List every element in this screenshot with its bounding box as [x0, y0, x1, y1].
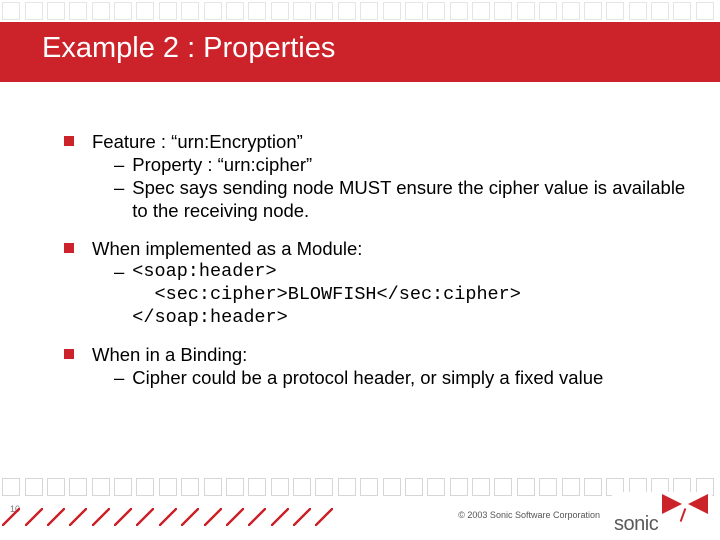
sub-bullet-text: Property : “urn:cipher”	[132, 153, 312, 176]
sub-bullet: –Cipher could be a protocol header, or s…	[92, 366, 690, 389]
dash-icon: –	[114, 153, 124, 176]
sonic-logo: sonic	[612, 492, 712, 536]
bullet-square-icon	[64, 243, 74, 253]
sub-bullet-text: Spec says sending node MUST ensure the c…	[132, 176, 690, 222]
sub-bullet: –Spec says sending node MUST ensure the …	[92, 176, 690, 222]
dash-icon: –	[114, 176, 124, 199]
bullet-text: When implemented as a Module:	[92, 237, 690, 260]
decorative-squares-top	[0, 2, 720, 20]
bullet: Feature : “urn:Encryption”–Property : “u…	[64, 130, 690, 223]
bullet-text: Feature : “urn:Encryption”	[92, 130, 690, 153]
slide-title: Example 2 : Properties	[42, 32, 335, 65]
sub-bullet: –Property : “urn:cipher”	[92, 153, 690, 176]
sub-bullet-text: Cipher could be a protocol header, or si…	[132, 366, 603, 389]
dash-icon: –	[114, 260, 124, 283]
sub-bullet: –<soap:header> <sec:cipher>BLOWFISH</sec…	[92, 260, 690, 329]
sub-bullet-text: <soap:header> <sec:cipher>BLOWFISH</sec:…	[132, 260, 521, 329]
body-content: Feature : “urn:Encryption”–Property : “u…	[64, 130, 690, 403]
bullet-text: When in a Binding:	[92, 343, 690, 366]
bullet: When in a Binding:–Cipher could be a pro…	[64, 343, 690, 389]
logo-bow-icon	[662, 492, 708, 518]
dash-icon: –	[114, 366, 124, 389]
decorative-slashes	[0, 508, 336, 526]
copyright-text: © 2003 Sonic Software Corporation	[454, 510, 604, 520]
bullet: When implemented as a Module:–<soap:head…	[64, 237, 690, 330]
bullet-square-icon	[64, 349, 74, 359]
logo-text: sonic	[614, 513, 658, 536]
bullet-square-icon	[64, 136, 74, 146]
